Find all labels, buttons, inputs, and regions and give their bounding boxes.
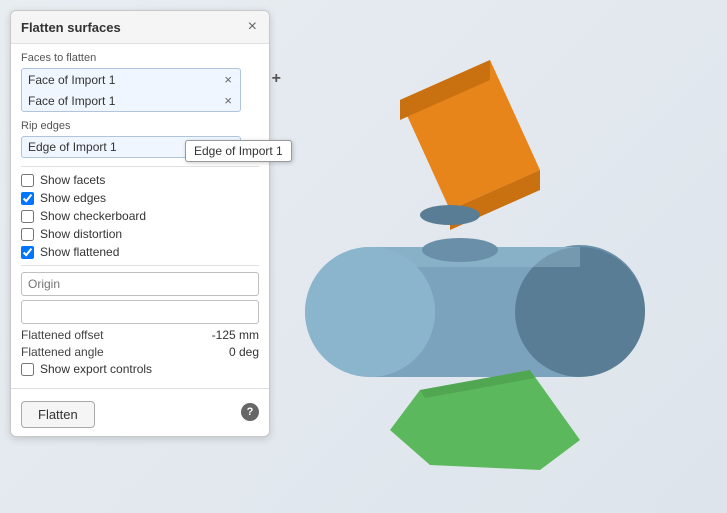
offset-label: Flattened offset — [21, 328, 104, 342]
list-item[interactable]: Face of Import 1 × — [22, 90, 240, 111]
offset-row: Flattened offset -125 mm — [21, 328, 259, 342]
face-item-2-remove[interactable]: × — [222, 93, 234, 108]
rip-label: Rip edges — [21, 120, 259, 132]
offset-value: -125 mm — [212, 328, 259, 342]
panel-header: Flatten surfaces × — [11, 11, 269, 44]
checkbox-row-facets: Show facets — [21, 173, 259, 187]
tooltip: Edge of Import 1 — [185, 140, 292, 162]
panel-body: Faces to flatten Face of Import 1 × Face… — [11, 44, 269, 388]
flatten-button[interactable]: Flatten — [21, 401, 95, 428]
divider-1 — [21, 166, 259, 167]
faces-section: Face of Import 1 × Face of Import 1 × + — [21, 68, 259, 114]
checkbox-row-edges: Show edges — [21, 191, 259, 205]
panel-footer: Flatten ? — [11, 388, 269, 436]
faces-add-button[interactable]: + — [272, 70, 281, 88]
faces-listbox: Face of Import 1 × Face of Import 1 × — [21, 68, 241, 112]
angle-value: 0 deg — [229, 345, 259, 359]
show-export-checkbox[interactable] — [21, 363, 34, 376]
show-edges-label[interactable]: Show edges — [40, 191, 106, 205]
rip-item-1-label: Edge of Import 1 — [28, 140, 117, 154]
angle-label: Flattened angle — [21, 345, 104, 359]
checkbox-row-flattened: Show flattened — [21, 245, 259, 259]
show-edges-checkbox[interactable] — [21, 192, 34, 205]
face-item-1-label: Face of Import 1 — [28, 73, 115, 87]
show-export-label[interactable]: Show export controls — [40, 362, 152, 376]
show-checkerboard-label[interactable]: Show checkerboard — [40, 209, 146, 223]
list-item[interactable]: Face of Import 1 × — [22, 69, 240, 90]
checkbox-row-export: Show export controls — [21, 362, 259, 376]
panel: Flatten surfaces × Faces to flatten Face… — [10, 10, 270, 437]
close-button[interactable]: × — [246, 19, 259, 35]
show-distortion-checkbox[interactable] — [21, 228, 34, 241]
origin-input[interactable] — [21, 272, 259, 296]
face-item-2-label: Face of Import 1 — [28, 94, 115, 108]
angle-row: Flattened angle 0 deg — [21, 345, 259, 359]
show-flattened-label[interactable]: Show flattened — [40, 245, 119, 259]
checkbox-row-checkerboard: Show checkerboard — [21, 209, 259, 223]
show-distortion-label[interactable]: Show distortion — [40, 227, 122, 241]
tooltip-text: Edge of Import 1 — [194, 144, 283, 158]
divider-2 — [21, 265, 259, 266]
show-flattened-checkbox[interactable] — [21, 246, 34, 259]
checkbox-row-distortion: Show distortion — [21, 227, 259, 241]
face-item-1-remove[interactable]: × — [222, 72, 234, 87]
show-facets-label[interactable]: Show facets — [40, 173, 105, 187]
panel-title: Flatten surfaces — [21, 20, 121, 35]
show-checkerboard-checkbox[interactable] — [21, 210, 34, 223]
faces-label: Faces to flatten — [21, 52, 259, 64]
help-icon[interactable]: ? — [241, 403, 259, 421]
show-facets-checkbox[interactable] — [21, 174, 34, 187]
position-input[interactable]: Flattened position (mate connector) — [21, 300, 259, 324]
